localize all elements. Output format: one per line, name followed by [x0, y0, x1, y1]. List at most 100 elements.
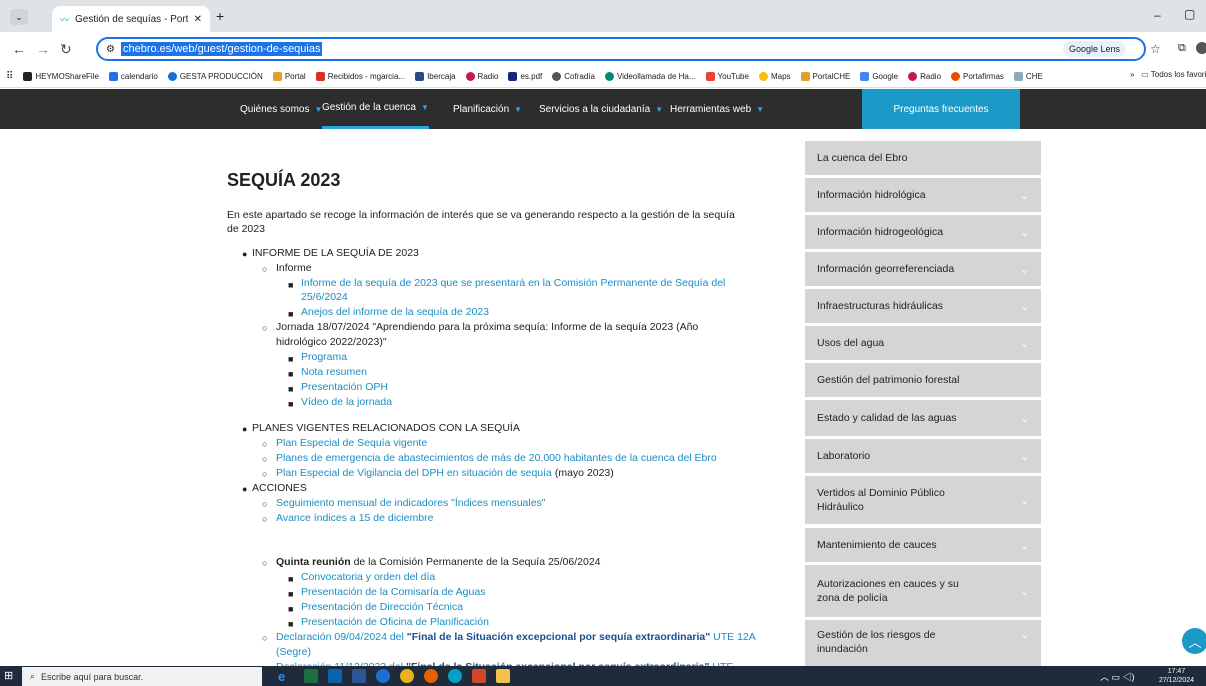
bookmark[interactable]: Cofradía [552, 72, 595, 81]
restore-button[interactable]: ▢ [1184, 7, 1195, 21]
bookmark[interactable]: Ibercaja [415, 72, 456, 81]
link-anejos[interactable]: Anejos del informe de la sequía de 2023 [301, 305, 489, 319]
link-avance-indices[interactable]: Avance índices a 15 de diciembre [276, 511, 433, 525]
excel-icon[interactable] [304, 669, 318, 683]
extensions-icon[interactable]: ⧉ [1178, 42, 1186, 55]
link-seguimiento-mensual[interactable]: Seguimiento mensual de indicadores "Índi… [276, 496, 546, 510]
taskbar-search[interactable]: ⌕ Escribe aquí para buscar. [22, 667, 262, 686]
close-tab-icon[interactable]: ✕ [194, 14, 202, 25]
address-bar[interactable]: ⚙ chebro.es/web/guest/gestion-de-sequias [96, 37, 1146, 61]
nav-servicios[interactable]: Servicios a la ciudadanía ▼ [539, 89, 663, 129]
link-declaracion-2024-cont[interactable]: (Segre) [276, 645, 311, 659]
windows-start-icon[interactable]: ⊞ [4, 669, 13, 682]
bookmark[interactable]: Recibidos - mgarcia... [315, 72, 405, 81]
bookmark[interactable]: Maps [758, 72, 791, 81]
section-informe: INFORME DE LA SEQUÍA DE 2023 [252, 247, 419, 259]
intro-text: En este apartado se recoge la informació… [227, 209, 735, 235]
list-item: Informe [276, 262, 312, 274]
nav-quienes-somos[interactable]: Quiénes somos ▼ [240, 89, 322, 129]
bookmark[interactable]: CHE [1013, 72, 1043, 81]
taskbar-clock[interactable]: 17:47 27/12/2024 [1159, 667, 1194, 685]
bookmark[interactable]: YouTube [705, 72, 749, 81]
link-plan-vigilancia[interactable]: Plan Especial de Vigilancia del DPH en s… [276, 467, 552, 479]
link-presentacion-oficina[interactable]: Presentación de Oficina de Planificación [301, 615, 489, 629]
firefox-icon[interactable] [424, 669, 438, 683]
word-icon[interactable] [352, 669, 366, 683]
nav-planificacion[interactable]: Planificación ▼ [453, 89, 522, 129]
sidebar-item-cuenca[interactable]: La cuenca del Ebro [805, 141, 1041, 175]
link-informe-sequia[interactable]: Informe de la sequía de 2023 que se pres… [301, 276, 725, 290]
sidebar-item-hidrogeologica[interactable]: Información hidrogeológica ⌄ [805, 215, 1041, 249]
scroll-to-top-button[interactable]: ︿ [1182, 628, 1206, 654]
chevron-down-icon: ⌄ [1019, 494, 1029, 507]
all-bookmarks[interactable]: » ▭ Todos los favoritos [1126, 70, 1206, 79]
list-item-quinta-reunion: Quinta reunión de la Comisión Permanente… [276, 556, 601, 568]
link-programa[interactable]: Programa [301, 350, 347, 364]
sidebar-item-vertidos[interactable]: Vertidos al Dominio Público Hidráulico ⌄ [805, 476, 1041, 524]
bookmark[interactable]: Videollamada de Ha... [604, 72, 696, 81]
link-plan-especial-sequia[interactable]: Plan Especial de Sequía vigente [276, 436, 427, 450]
browser-tab[interactable]: 〰 Gestión de sequías - Portal CHE ✕ [52, 6, 210, 32]
bookmark[interactable]: Portal [272, 72, 306, 81]
sidebar-item-riesgos[interactable]: Gestión de los riesgos de inundación ⌄ [805, 620, 1041, 666]
site-info-icon[interactable]: ⚙ [106, 44, 115, 55]
bookmarks-bar: ⠿ HEYMOShareFile calendario GESTA PRODUC… [0, 66, 1206, 88]
reload-icon[interactable]: ↻ [60, 41, 72, 58]
link-convocatoria[interactable]: Convocatoria y orden del día [301, 570, 435, 584]
section-planes: PLANES VIGENTES RELACIONADOS CON LA SEQU… [252, 422, 520, 434]
chevron-down-icon: ⌄ [1019, 337, 1029, 350]
chevron-down-icon: ⌄ [1019, 412, 1029, 425]
sidebar-item-usos-agua[interactable]: Usos del agua ⌄ [805, 326, 1041, 360]
app-icon[interactable] [376, 669, 390, 683]
sidebar-item-infraestructuras[interactable]: Infraestructuras hidráulicas ⌄ [805, 289, 1041, 323]
bookmark[interactable]: Google [860, 72, 898, 81]
sidebar-item-hidrologica[interactable]: Información hidrológica ⌄ [805, 178, 1041, 212]
tray-icons[interactable]: ︿ ▭ ◁) [1100, 670, 1135, 683]
list-item: hidrológico 2022/2023)" [276, 336, 387, 348]
bookmark[interactable]: Portafirmas [951, 72, 1004, 81]
chevron-up-icon: ︿ [1188, 634, 1202, 650]
sidebar-item-patrimonio-forestal[interactable]: Gestión del patrimonio forestal [805, 363, 1041, 397]
minimize-button[interactable]: – [1154, 8, 1161, 22]
google-lens-button[interactable]: Google Lens [1062, 41, 1126, 57]
outlook-icon[interactable] [328, 669, 342, 683]
app-icon[interactable] [448, 669, 462, 683]
bookmark[interactable]: PortalCHE [800, 72, 850, 81]
link-declaracion-2024[interactable]: Declaración 09/04/2024 del "Final de la … [276, 630, 756, 644]
bookmark-star-icon[interactable]: ☆ [1150, 42, 1161, 56]
tab-search-button[interactable]: ⌄ [10, 9, 28, 25]
link-presentacion-oph[interactable]: Presentación OPH [301, 380, 388, 394]
link-video-jornada[interactable]: Vídeo de la jornada [301, 395, 392, 409]
bookmark[interactable]: HEYMOShareFile [23, 72, 99, 81]
profile-avatar[interactable] [1196, 42, 1206, 54]
sidebar-item-estado-calidad[interactable]: Estado y calidad de las aguas ⌄ [805, 400, 1041, 436]
forward-icon[interactable]: → [36, 41, 50, 57]
link-planes-emergencia[interactable]: Planes de emergencia de abastecimientos … [276, 451, 717, 465]
sidebar-item-georreferenciada[interactable]: Información georreferenciada ⌄ [805, 252, 1041, 286]
back-icon[interactable]: ← [12, 41, 26, 57]
edge-icon[interactable]: e [278, 669, 285, 684]
powerpoint-icon[interactable] [472, 669, 486, 683]
sidebar-item-autorizaciones[interactable]: Autorizaciones en cauces y su zona de po… [805, 565, 1041, 617]
bookmark[interactable]: GESTA PRODUCCIÓN [167, 72, 263, 81]
bookmark[interactable]: calendario [108, 72, 158, 81]
bookmark[interactable]: Radio [465, 72, 498, 81]
link-nota-resumen[interactable]: Nota resumen [301, 365, 367, 379]
file-explorer-icon[interactable] [496, 669, 510, 683]
bookmark[interactable]: es.pdf [508, 72, 542, 81]
sidebar-item-mantenimiento[interactable]: Mantenimiento de cauces ⌄ [805, 528, 1041, 562]
nav-gestion-cuenca[interactable]: Gestión de la cuenca ▼ [322, 89, 429, 129]
link-informe-sequia-date[interactable]: 25/6/2024 [301, 290, 348, 304]
link-presentacion-direccion[interactable]: Presentación de Dirección Técnica [301, 600, 463, 614]
chevron-down-icon: ⌄ [1019, 539, 1029, 552]
link-presentacion-comisaria[interactable]: Presentación de la Comisaría de Aguas [301, 585, 485, 599]
new-tab-button[interactable]: + [216, 8, 224, 24]
bookmark[interactable]: Radio [908, 72, 941, 81]
lens-label: Google Lens [1068, 44, 1120, 54]
apps-icon[interactable]: ⠿ [6, 71, 13, 82]
chrome-icon[interactable] [400, 669, 414, 683]
chevron-down-icon: ⌄ [1019, 226, 1029, 239]
faq-button[interactable]: Preguntas frecuentes [862, 89, 1020, 129]
nav-herramientas[interactable]: Herramientas web ▼ [670, 89, 764, 129]
sidebar-item-laboratorio[interactable]: Laboratorio ⌄ [805, 439, 1041, 473]
